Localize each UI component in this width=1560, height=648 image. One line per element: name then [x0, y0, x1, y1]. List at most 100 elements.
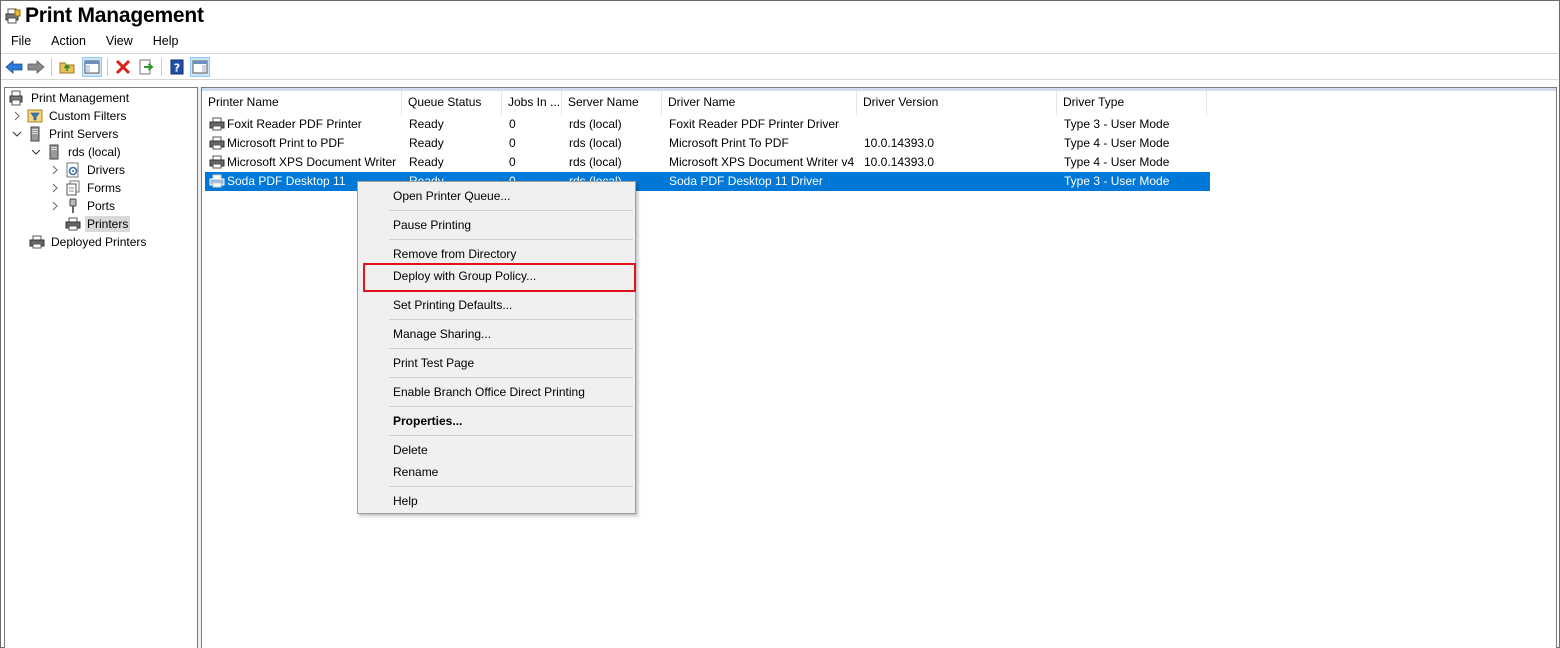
tree-label: Forms: [87, 181, 121, 195]
printer-name: Microsoft XPS Document Writer: [227, 155, 397, 169]
menu-help[interactable]: Help: [143, 31, 189, 53]
menu-item-help[interactable]: Help: [361, 490, 634, 512]
column-header-row: Printer Name Queue Status Jobs In ... Se…: [202, 91, 1207, 115]
up-folder-icon[interactable]: [57, 57, 77, 77]
driver-version: [860, 115, 1060, 134]
menu-action[interactable]: Action: [41, 31, 96, 53]
chevron-right-icon[interactable]: [49, 197, 61, 215]
menu-item-print-test-page[interactable]: Print Test Page: [361, 352, 634, 374]
navigation-tree: Print Management Custom Filters Print Se…: [4, 87, 198, 648]
driver-name: Soda PDF Desktop 11 Driver: [669, 174, 823, 188]
driver-name: Foxit Reader PDF Printer Driver: [669, 117, 840, 131]
tree-item-deployed-printers[interactable]: Deployed Printers: [29, 233, 148, 251]
printer-name: Microsoft Print to PDF: [227, 136, 345, 150]
toolbar: ?: [1, 53, 1558, 80]
menu-item-properties[interactable]: Properties...: [361, 410, 634, 432]
menu-item-open-printer-queue[interactable]: Open Printer Queue...: [361, 185, 634, 207]
server-name: rds (local): [569, 117, 622, 131]
server-name: rds (local): [569, 136, 622, 150]
svg-text:?: ?: [174, 62, 180, 75]
driver-version: 10.0.14393.0: [864, 136, 935, 150]
printer-icon: [65, 216, 81, 232]
table-row-selected[interactable]: Soda PDF Desktop 11 Ready 0 rds (local) …: [205, 172, 1210, 191]
table-row[interactable]: Microsoft XPS Document Writer Ready 0 rd…: [205, 153, 1210, 172]
filter-folder-icon: [27, 108, 43, 124]
server-icon: [46, 144, 62, 160]
jobs-count: 0: [509, 117, 516, 131]
column-header-server-name[interactable]: Server Name: [562, 91, 662, 115]
back-icon[interactable]: [4, 57, 24, 77]
column-header-driver-name[interactable]: Driver Name: [662, 91, 857, 115]
server-name: rds (local): [569, 155, 622, 169]
title-bar: Print Management: [1, 1, 1558, 30]
menu-item-enable-branch-office-direct-printing[interactable]: Enable Branch Office Direct Printing: [361, 381, 634, 403]
print-management-icon: [5, 8, 21, 24]
tree-label: Printers: [85, 216, 131, 232]
tree-item-ports[interactable]: Ports: [49, 197, 117, 215]
export-icon[interactable]: [136, 57, 156, 77]
column-header-driver-type[interactable]: Driver Type: [1057, 91, 1207, 115]
forward-icon[interactable]: [26, 57, 46, 77]
tree-item-custom-filters[interactable]: Custom Filters: [11, 107, 128, 125]
tree-item-print-servers[interactable]: Print Servers: [11, 125, 120, 143]
tree-label: Deployed Printers: [51, 235, 147, 249]
tree-label: rds (local): [68, 145, 121, 159]
tree-item-rds-local[interactable]: rds (local): [30, 143, 123, 161]
tree-item-print-management[interactable]: Print Management: [9, 89, 131, 107]
delete-icon[interactable]: [113, 57, 133, 77]
driver-type: Type 3 - User Mode: [1064, 117, 1170, 131]
help-icon[interactable]: ?: [167, 57, 187, 77]
drivers-icon: [65, 162, 81, 178]
driver-type: Type 4 - User Mode: [1064, 136, 1170, 150]
printer-name: Foxit Reader PDF Printer: [227, 117, 362, 131]
driver-name: Microsoft XPS Document Writer v4: [669, 155, 855, 169]
menu-item-manage-sharing[interactable]: Manage Sharing...: [361, 323, 634, 345]
menu-item-rename[interactable]: Rename: [361, 461, 634, 483]
driver-type: Type 3 - User Mode: [1064, 174, 1170, 188]
table-row[interactable]: Microsoft Print to PDF Ready 0 rds (loca…: [205, 134, 1210, 153]
server-icon: [27, 126, 43, 142]
menu-item-remove-from-directory[interactable]: Remove from Directory: [361, 243, 634, 265]
printer-icon: [29, 234, 45, 250]
column-header-jobs[interactable]: Jobs In ...: [502, 91, 562, 115]
menu-item-pause-printing[interactable]: Pause Printing: [361, 214, 634, 236]
printer-icon: [209, 136, 225, 150]
column-header-printer-name[interactable]: Printer Name: [202, 91, 402, 115]
tree-item-drivers[interactable]: Drivers: [49, 161, 127, 179]
menu-file[interactable]: File: [1, 31, 41, 53]
menu-view[interactable]: View: [96, 31, 143, 53]
tree-item-printers[interactable]: Printers: [65, 215, 131, 233]
queue-status: Ready: [409, 136, 444, 150]
tree-item-forms[interactable]: Forms: [49, 179, 123, 197]
tree-label: Print Management: [31, 91, 130, 105]
printer-name: Soda PDF Desktop 11: [227, 174, 346, 188]
menu-item-set-printing-defaults[interactable]: Set Printing Defaults...: [361, 294, 634, 316]
chevron-down-icon[interactable]: [30, 143, 42, 161]
table-row[interactable]: Foxit Reader PDF Printer Ready 0 rds (lo…: [205, 115, 1210, 134]
queue-status: Ready: [409, 155, 444, 169]
chevron-down-icon[interactable]: [11, 125, 23, 143]
driver-version: [860, 172, 1060, 191]
tree-label: Print Servers: [49, 127, 119, 141]
printer-icon: [209, 174, 225, 188]
driver-name: Microsoft Print To PDF: [669, 136, 789, 150]
menu-item-delete[interactable]: Delete: [361, 439, 634, 461]
chevron-right-icon[interactable]: [49, 161, 61, 179]
driver-type: Type 4 - User Mode: [1064, 155, 1170, 169]
printer-icon: [209, 155, 225, 169]
menu-bar: File Action View Help: [1, 31, 1558, 53]
print-management-icon: [9, 90, 25, 106]
chevron-right-icon[interactable]: [11, 107, 23, 125]
jobs-count: 0: [509, 155, 516, 169]
action-pane-icon[interactable]: [190, 57, 210, 77]
column-header-driver-version[interactable]: Driver Version: [857, 91, 1057, 115]
tree-label: Drivers: [87, 163, 125, 177]
show-hide-tree-icon[interactable]: [82, 57, 102, 77]
tree-label: Custom Filters: [49, 109, 127, 123]
app-title: Print Management: [25, 4, 204, 27]
chevron-right-icon[interactable]: [49, 179, 61, 197]
printer-icon: [209, 117, 225, 131]
column-header-queue-status[interactable]: Queue Status: [402, 91, 502, 115]
driver-version: 10.0.14393.0: [864, 155, 935, 169]
tree-label: Ports: [87, 199, 116, 213]
